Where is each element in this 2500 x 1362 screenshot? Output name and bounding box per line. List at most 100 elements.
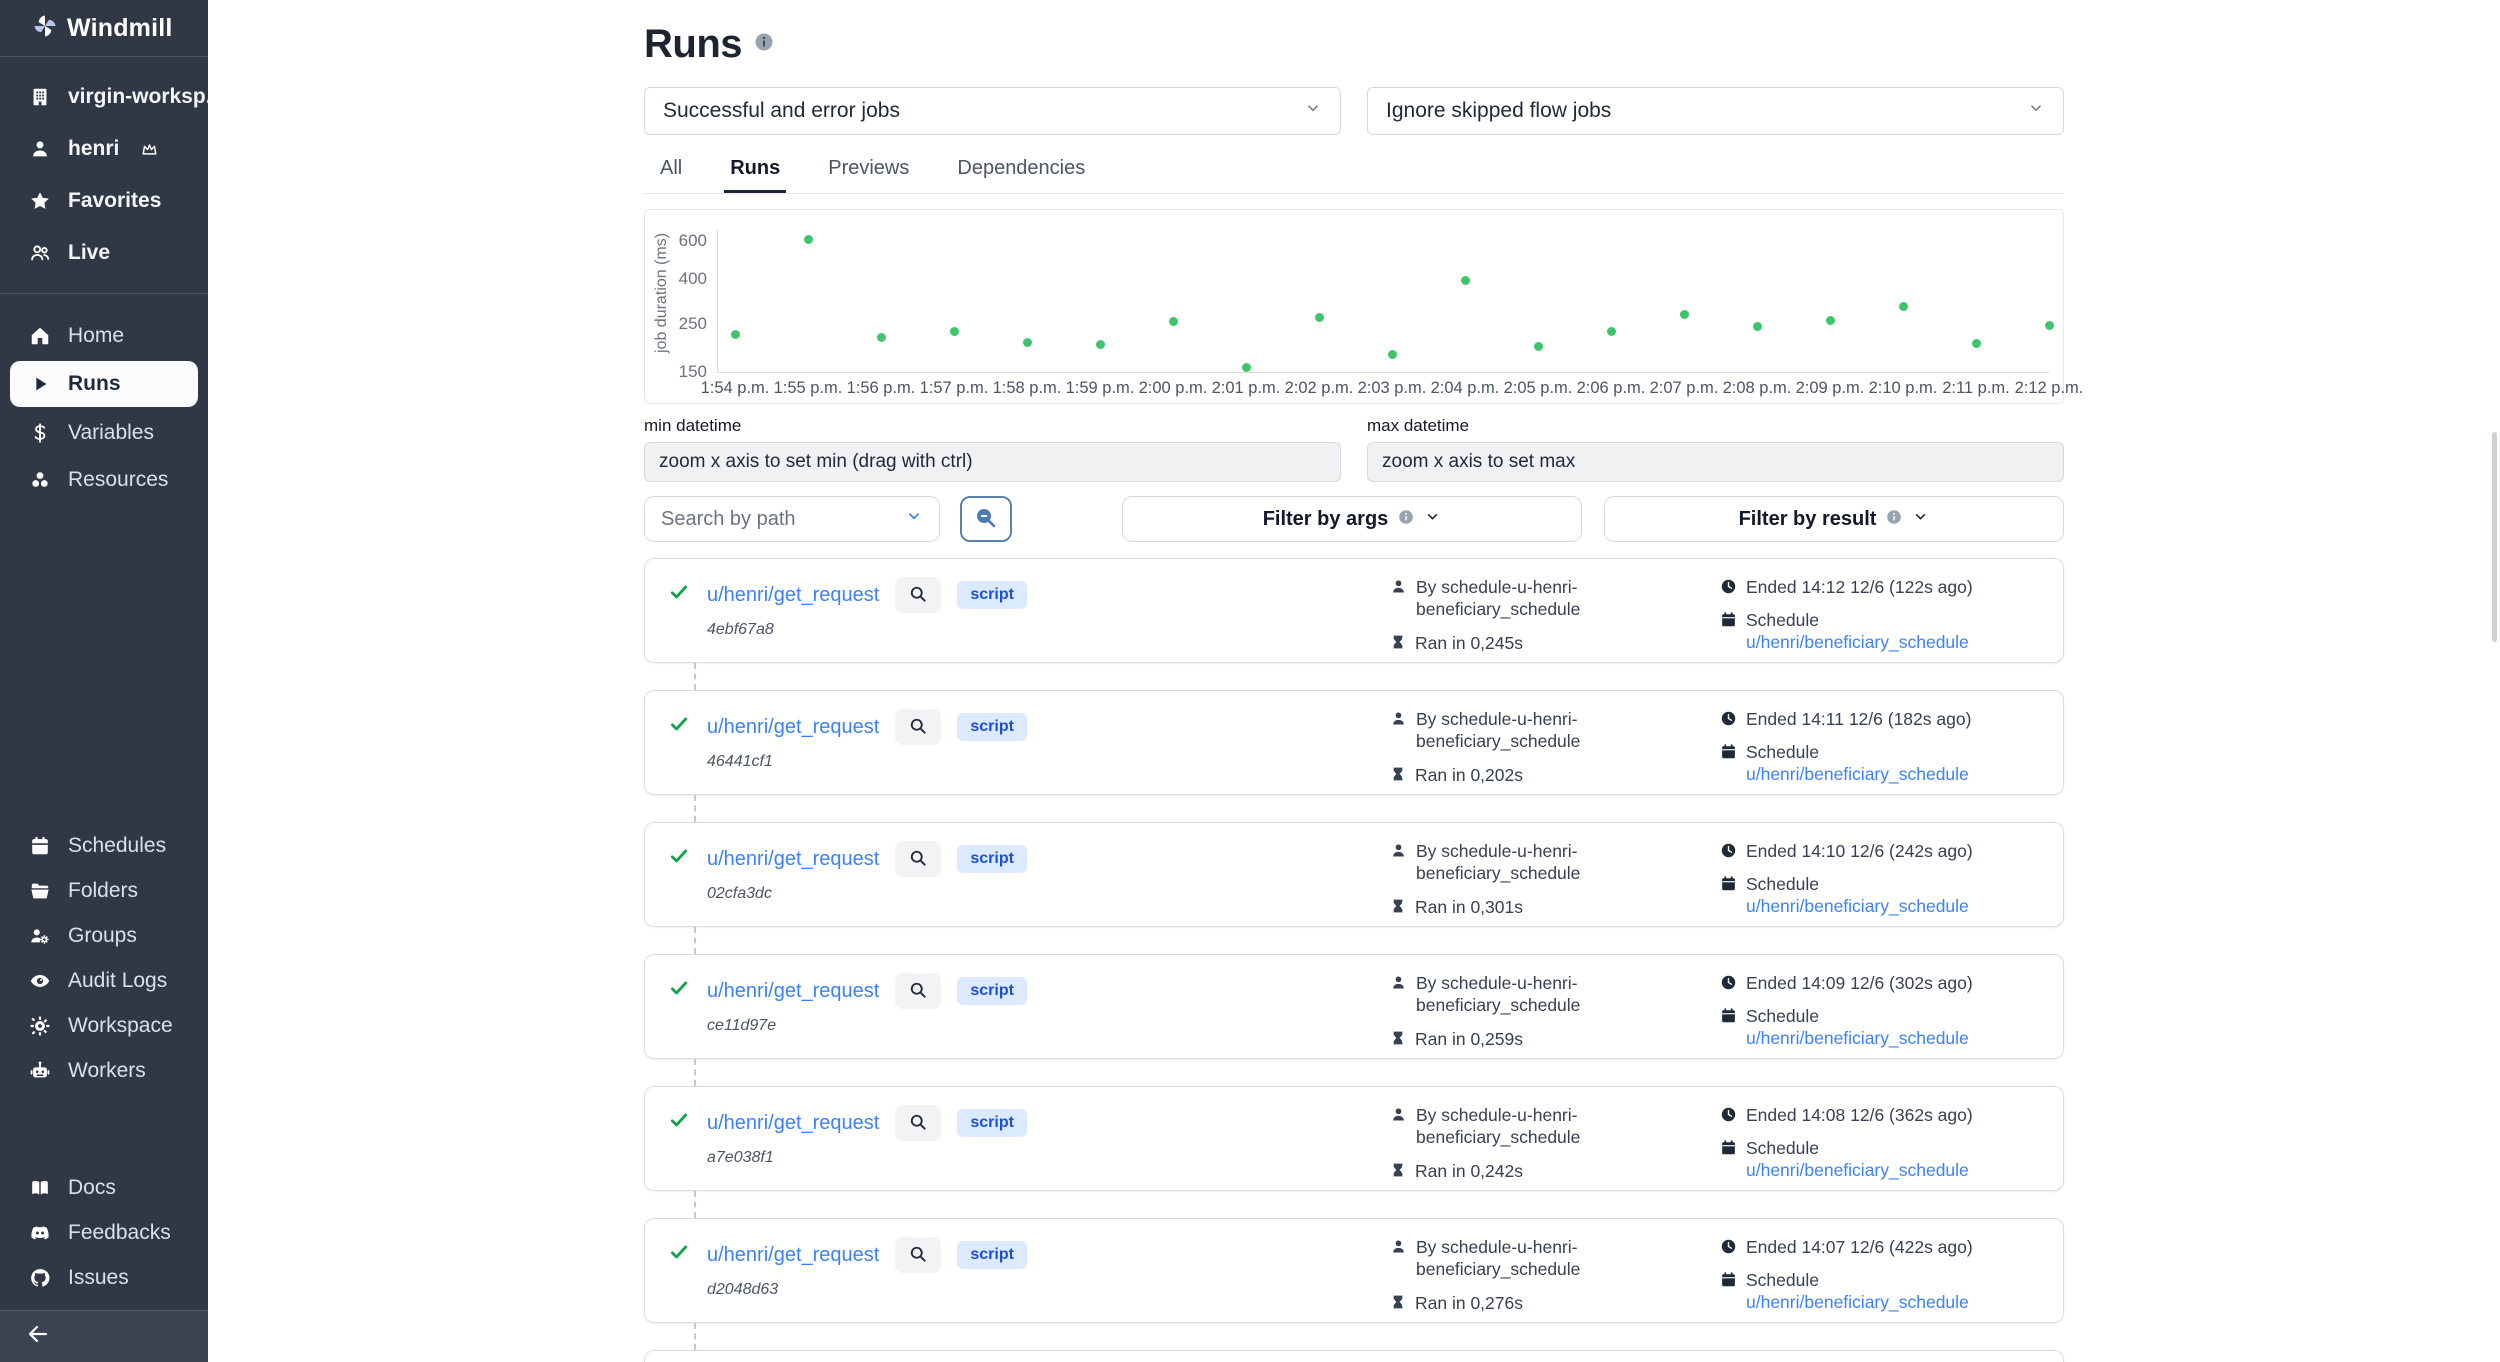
search-by-path-select[interactable]: Search by path (644, 496, 940, 542)
sidebar-item-user[interactable]: henri (0, 123, 208, 175)
sidebar-item-variables[interactable]: Variables (0, 409, 208, 456)
run-details-button[interactable] (895, 1105, 941, 1141)
tab-runs[interactable]: Runs (724, 149, 786, 193)
info-icon[interactable] (754, 32, 774, 57)
sidebar-item-runs[interactable]: Runs (10, 361, 198, 407)
run-duration: Ran in 0,301s (1415, 897, 1523, 919)
schedule-link[interactable]: u/henri/beneficiary_schedule (1746, 1160, 1969, 1180)
schedule-link[interactable]: u/henri/beneficiary_schedule (1746, 632, 1969, 652)
calendar-icon (28, 834, 52, 858)
run-path-link[interactable]: u/henri/get_request (707, 980, 879, 1003)
filter-by-args-button[interactable]: Filter by args (1122, 496, 1582, 542)
chart-data-point[interactable] (1972, 339, 1981, 348)
run-card[interactable]: u/henri/get_request script 4ebf67a8 By s… (644, 558, 2064, 663)
run-details-button[interactable] (895, 841, 941, 877)
chart-data-point[interactable] (1315, 313, 1324, 322)
chart-data-point[interactable] (1534, 342, 1543, 351)
schedule-label: Schedule (1746, 610, 1819, 630)
schedule-link[interactable]: u/henri/beneficiary_schedule (1746, 764, 1969, 784)
run-duration: Ran in 0,202s (1415, 765, 1523, 787)
tab-dependencies[interactable]: Dependencies (951, 149, 1091, 193)
scrollbar[interactable] (2492, 432, 2497, 642)
run-path-link[interactable]: u/henri/get_request (707, 584, 879, 607)
run-card[interactable]: u/henri/get_request script ce11d97e By s… (644, 954, 2064, 1059)
run-id: 46441cf1 (707, 753, 1027, 771)
sidebar-item-resources[interactable]: Resources (0, 456, 208, 503)
run-card[interactable]: u/henri/get_request script a7e038f1 By s… (644, 1086, 2064, 1191)
chart-data-point[interactable] (804, 235, 813, 244)
chart-data-point[interactable] (877, 333, 886, 342)
book-icon (28, 1176, 52, 1200)
chart-data-point[interactable] (1607, 327, 1616, 336)
magnifier-icon (908, 1244, 928, 1267)
run-id: 4ebf67a8 (707, 621, 1027, 639)
run-path-link[interactable]: u/henri/get_request (707, 848, 879, 871)
chart-data-point[interactable] (1826, 316, 1835, 325)
windmill-logo[interactable]: Windmill (0, 0, 208, 57)
chart-data-point[interactable] (1753, 322, 1762, 331)
schedule-link[interactable]: u/henri/beneficiary_schedule (1746, 1028, 1969, 1048)
search-button[interactable] (960, 496, 1012, 542)
chart-data-point[interactable] (1461, 276, 1470, 285)
logo-text: Windmill (67, 14, 173, 43)
run-path-link[interactable]: u/henri/get_request (707, 1112, 879, 1135)
schedule-link[interactable]: u/henri/beneficiary_schedule (1746, 1292, 1969, 1312)
chart-data-point[interactable] (950, 327, 959, 336)
sidebar-item-audit-logs[interactable]: Audit Logs (0, 958, 208, 1003)
run-details-button[interactable] (895, 577, 941, 613)
schedule-label: Schedule (1746, 1006, 1819, 1026)
min-datetime-input[interactable] (644, 442, 1341, 482)
run-card[interactable]: u/henri/get_request script d2048d63 By s… (644, 1218, 2064, 1323)
tab-previews[interactable]: Previews (822, 149, 915, 193)
schedule-link[interactable]: u/henri/beneficiary_schedule (1746, 896, 1969, 916)
run-details-button[interactable] (895, 973, 941, 1009)
chart-data-point[interactable] (1023, 338, 1032, 347)
run-path-link[interactable]: u/henri/get_request (707, 1244, 879, 1267)
chart-data-point[interactable] (1388, 350, 1397, 359)
chart-data-point[interactable] (1096, 340, 1105, 349)
sidebar-item-workers[interactable]: Workers (0, 1048, 208, 1093)
tab-all[interactable]: All (654, 149, 688, 193)
sidebar-item-workspace-switcher[interactable]: virgin-worksp... (0, 71, 208, 123)
run-details-button[interactable] (895, 1237, 941, 1273)
chart-data-point[interactable] (1169, 317, 1178, 326)
sidebar-item-issues[interactable]: Issues (0, 1255, 208, 1300)
chart-data-point[interactable] (1242, 363, 1251, 372)
jobs-filter-select[interactable]: Successful and error jobs (644, 87, 1341, 135)
sidebar-item-feedbacks[interactable]: Feedbacks (0, 1210, 208, 1255)
chart-data-point[interactable] (731, 330, 740, 339)
run-details-button[interactable] (895, 709, 941, 745)
sidebar-item-home[interactable]: Home (0, 312, 208, 359)
run-connector-line (694, 1059, 696, 1086)
building-icon (28, 85, 52, 109)
calendar-icon (1720, 743, 1737, 766)
chart-data-point[interactable] (2045, 321, 2054, 330)
github-icon (28, 1266, 52, 1290)
run-ended-at: Ended 14:12 12/6 (122s ago) (1746, 577, 1973, 599)
chart-data-point[interactable] (1899, 302, 1908, 311)
sidebar-item-schedules[interactable]: Schedules (0, 823, 208, 868)
sidebar-item-docs[interactable]: Docs (0, 1165, 208, 1210)
filter-by-result-button[interactable]: Filter by result (1604, 496, 2064, 542)
run-card[interactable]: u/henri/get_request script 02cfa3dc By s… (644, 822, 2064, 927)
skipped-flow-filter-select[interactable]: Ignore skipped flow jobs (1367, 87, 2064, 135)
job-kind-badge: script (957, 845, 1027, 873)
run-path-link[interactable]: u/henri/get_request (707, 716, 879, 739)
sidebar-collapse-button[interactable] (0, 1310, 208, 1362)
chart-data-point[interactable] (1680, 310, 1689, 319)
sidebar-item-live[interactable]: Live (0, 227, 208, 279)
run-connector-line (694, 927, 696, 954)
run-ended-at: Ended 14:09 12/6 (302s ago) (1746, 973, 1973, 995)
run-triggered-by: By schedule-u-henri-beneficiary_schedule (1416, 1237, 1641, 1281)
run-card[interactable]: u/henri/get_request script By schedule-u… (644, 1350, 2064, 1362)
sidebar-item-favorites[interactable]: Favorites (0, 175, 208, 227)
run-card[interactable]: u/henri/get_request script 46441cf1 By s… (644, 690, 2064, 795)
sidebar-item-workspace-settings[interactable]: Workspace (0, 1003, 208, 1048)
max-datetime-input[interactable] (1367, 442, 2064, 482)
workspace-name: virgin-worksp... (68, 85, 223, 109)
schedule-label: Schedule (1746, 874, 1819, 894)
sidebar-item-folders[interactable]: Folders (0, 868, 208, 913)
job-duration-chart[interactable]: job duration (ms) 1502504006001:54 p.m.1… (644, 209, 2064, 404)
sidebar-item-groups[interactable]: Groups (0, 913, 208, 958)
success-check-icon (669, 846, 689, 871)
